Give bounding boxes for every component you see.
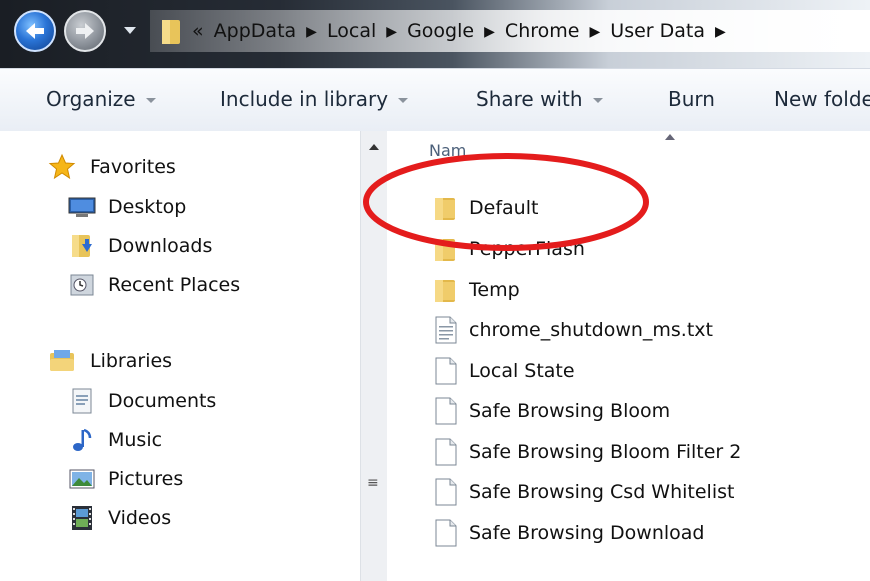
breadcrumb[interactable]: « AppData ▶ Local ▶ Google ▶ Chrome ▶ User D…	[150, 10, 870, 52]
sort-ascending-icon	[665, 134, 675, 140]
desktop-icon	[68, 197, 96, 217]
chevron-down-icon	[145, 98, 156, 103]
file-name: Safe Browsing Csd Whitelist	[469, 481, 735, 503]
star-icon	[48, 153, 76, 180]
list-item[interactable]: Safe Browsing Csd Whitelist	[433, 477, 853, 507]
folder-icon	[435, 198, 455, 220]
breadcrumb-separator-icon[interactable]: ▶	[306, 24, 317, 40]
nav-label: Recent Places	[108, 274, 241, 296]
nav-label: Music	[108, 429, 163, 451]
share-with-label: Share with	[476, 87, 583, 111]
file-name: chrome_shutdown_ms.txt	[469, 319, 713, 341]
videos-icon	[72, 506, 92, 530]
navigation-pane-scrollbar[interactable]: ≡	[360, 131, 388, 581]
forward-arrow-icon	[76, 23, 94, 39]
new-folder-label: New folde	[774, 87, 870, 111]
nav-label: Favorites	[90, 156, 176, 178]
list-item[interactable]: Safe Browsing Bloom Filter 2	[433, 437, 853, 467]
file-name: PepperFlash	[469, 238, 585, 260]
address-bar: « AppData ▶ Local ▶ Google ▶ Chrome ▶ User D…	[0, 0, 870, 68]
nav-item-libraries[interactable]: Libraries	[48, 347, 308, 377]
file-icon	[435, 519, 457, 547]
burn-button[interactable]: Burn	[668, 87, 715, 111]
share-with-button[interactable]: Share with	[476, 87, 603, 111]
list-item[interactable]: Temp	[433, 275, 853, 305]
recent-places-icon	[70, 274, 94, 296]
file-icon	[435, 478, 457, 506]
folder-icon	[435, 280, 455, 302]
documents-icon	[72, 388, 92, 414]
list-item[interactable]: Safe Browsing Bloom	[433, 396, 853, 426]
file-list: Nam Default PepperFlash Temp chrome_shutdow…	[387, 131, 870, 581]
nav-item-documents[interactable]: Documents	[68, 387, 328, 417]
folder-icon	[162, 20, 180, 44]
forward-button[interactable]	[64, 10, 106, 52]
back-arrow-icon	[26, 23, 44, 39]
include-in-library-button[interactable]: Include in library	[220, 87, 409, 111]
scroll-up-icon[interactable]	[369, 144, 379, 150]
organize-button[interactable]: Organize	[46, 87, 156, 111]
libraries-icon	[50, 350, 74, 371]
navigation-pane: Favorites Desktop Downloads Recent Place…	[0, 131, 360, 581]
nav-item-videos[interactable]: Videos	[68, 504, 328, 534]
breadcrumb-overflow[interactable]: «	[192, 20, 204, 42]
chevron-down-icon	[592, 98, 603, 103]
folder-icon	[435, 239, 455, 261]
file-name: Safe Browsing Bloom	[469, 400, 671, 422]
scroll-grip-icon[interactable]: ≡	[367, 476, 379, 490]
chevron-down-icon	[398, 98, 409, 103]
file-name: Local State	[469, 360, 575, 382]
organize-label: Organize	[46, 87, 136, 111]
nav-label: Libraries	[90, 350, 173, 372]
nav-item-downloads[interactable]: Downloads	[68, 232, 328, 262]
breadcrumb-separator-icon[interactable]: ▶	[715, 24, 726, 40]
nav-label: Desktop	[108, 196, 187, 218]
file-icon	[435, 438, 457, 466]
nav-item-favorites[interactable]: Favorites	[48, 153, 308, 183]
file-name: Safe Browsing Download	[469, 522, 705, 544]
text-file-icon	[435, 316, 457, 344]
new-folder-button[interactable]: New folde	[774, 87, 870, 111]
nav-label: Pictures	[108, 468, 184, 490]
nav-label: Videos	[108, 507, 172, 529]
nav-item-pictures[interactable]: Pictures	[68, 465, 328, 495]
include-in-library-label: Include in library	[220, 87, 389, 111]
list-item[interactable]: Safe Browsing Download	[433, 518, 853, 548]
file-icon	[435, 357, 457, 385]
list-item[interactable]: PepperFlash	[433, 234, 853, 264]
music-icon	[73, 428, 92, 451]
nav-label: Downloads	[108, 235, 213, 257]
list-item[interactable]: Local State	[433, 356, 853, 386]
file-name: Safe Browsing Bloom Filter 2	[469, 441, 742, 463]
breadcrumb-separator-icon[interactable]: ▶	[484, 24, 495, 40]
nav-label: Documents	[108, 390, 217, 412]
breadcrumb-item-appdata[interactable]: AppData	[214, 20, 297, 42]
file-name: Default	[469, 197, 539, 219]
downloads-folder-icon	[72, 235, 92, 257]
nav-item-desktop[interactable]: Desktop	[68, 193, 328, 223]
column-header-name[interactable]: Nam	[429, 141, 466, 160]
file-name: Temp	[469, 279, 520, 301]
burn-label: Burn	[668, 87, 715, 111]
nav-item-recent-places[interactable]: Recent Places	[68, 271, 328, 301]
nav-item-music[interactable]: Music	[68, 426, 328, 456]
recent-pages-dropdown-icon[interactable]	[124, 27, 136, 34]
list-item[interactable]: Default	[433, 193, 853, 223]
breadcrumb-item-google[interactable]: Google	[407, 20, 474, 42]
command-bar: Organize Include in library Share with B…	[0, 68, 870, 132]
breadcrumb-separator-icon[interactable]: ▶	[386, 24, 397, 40]
breadcrumb-item-local[interactable]: Local	[327, 20, 376, 42]
breadcrumb-item-user-data[interactable]: User Data	[610, 20, 705, 42]
file-icon	[435, 397, 457, 425]
pictures-icon	[69, 469, 95, 489]
breadcrumb-item-chrome[interactable]: Chrome	[505, 20, 580, 42]
breadcrumb-separator-icon[interactable]: ▶	[589, 24, 600, 40]
list-item[interactable]: chrome_shutdown_ms.txt	[433, 315, 853, 345]
back-button[interactable]	[14, 10, 56, 52]
